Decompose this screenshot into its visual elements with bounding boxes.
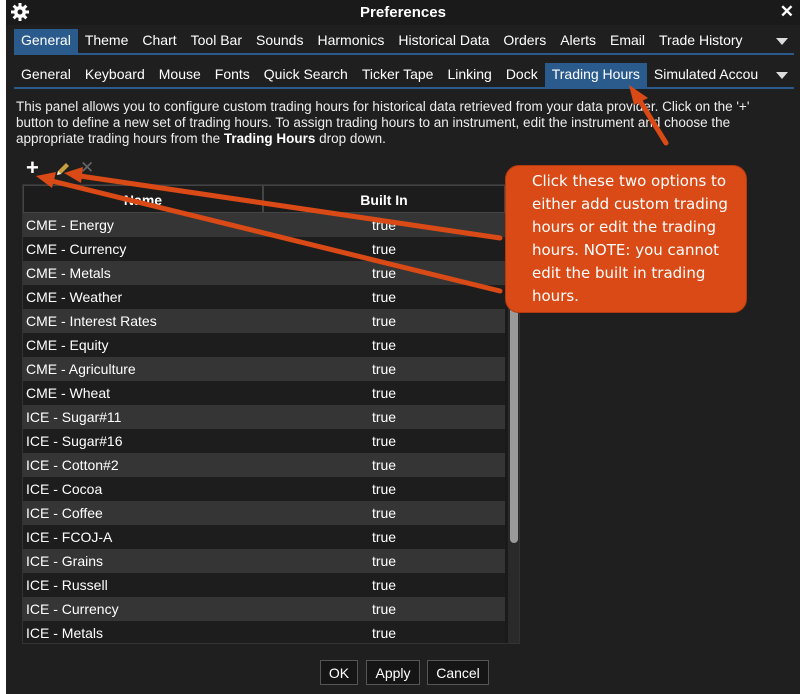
- table-row[interactable]: ICE - Russell true: [23, 573, 505, 597]
- row-name-cell: ICE - Grains: [26, 553, 104, 569]
- table-row[interactable]: ICE - Metals true: [23, 621, 505, 643]
- table-body: CME - Energy true CME - Currency true CME - …: [23, 213, 505, 643]
- trading-hours-table: Name Built In CME - Energy true CME - Curr…: [22, 184, 520, 644]
- main-tab-underline: [14, 53, 794, 55]
- sub-tab-dock[interactable]: Dock: [499, 63, 545, 87]
- row-name-cell: CME - Weather: [26, 289, 123, 305]
- edit-pencil-icon[interactable]: [54, 160, 72, 178]
- apply-button[interactable]: Apply: [366, 660, 420, 685]
- table-row[interactable]: ICE - Cotton#2 true: [23, 453, 505, 477]
- main-tab-bar: General Theme Chart Tool Bar Sounds Harmonics…: [14, 29, 750, 53]
- row-built-in-cell: true: [371, 625, 397, 641]
- sub-tab-trading-hours[interactable]: Trading Hours: [544, 63, 647, 87]
- preferences-window: Preferences ✕ General Theme Chart Tool Bar S…: [6, 0, 800, 694]
- row-built-in-cell: true: [371, 601, 397, 617]
- row-name-cell: CME - Agriculture: [26, 361, 136, 377]
- cancel-button[interactable]: Cancel: [427, 660, 489, 685]
- ok-button[interactable]: OK: [320, 660, 358, 685]
- table-row[interactable]: ICE - Cocoa true: [23, 477, 505, 501]
- row-built-in-cell: true: [371, 553, 397, 569]
- main-tab-trade-history[interactable]: Trade History: [652, 29, 750, 53]
- table-row[interactable]: ICE - Coffee true: [23, 501, 505, 525]
- row-built-in-cell: true: [371, 577, 397, 593]
- row-built-in-cell: true: [371, 265, 397, 281]
- sub-tab-ticker-tape[interactable]: Ticker Tape: [355, 63, 441, 87]
- row-name-cell: CME - Metals: [26, 265, 111, 281]
- sub-tab-simulated-accou[interactable]: Simulated Accou: [647, 63, 765, 87]
- row-built-in-cell: true: [371, 241, 397, 257]
- row-built-in-cell: true: [371, 361, 397, 377]
- row-built-in-cell: true: [371, 481, 397, 497]
- main-tabs-overflow-chevron-down-icon[interactable]: [776, 38, 788, 45]
- remove-trading-hours-button[interactable]: ✕: [80, 158, 94, 178]
- row-name-cell: ICE - Cocoa: [26, 481, 103, 497]
- table-row[interactable]: ICE - Currency true: [23, 597, 505, 621]
- table-row[interactable]: ICE - Grains true: [23, 549, 505, 573]
- sub-tab-quick-search[interactable]: Quick Search: [257, 63, 355, 87]
- table-row[interactable]: CME - Weather true: [23, 285, 505, 309]
- trading-hours-emphasis: Trading Hours: [223, 131, 316, 146]
- main-tab-historical-data[interactable]: Historical Data: [391, 29, 496, 53]
- main-tab-harmonics[interactable]: Harmonics: [310, 29, 391, 53]
- annotation-callout: Click these two options to either add cu…: [505, 165, 747, 313]
- sub-tab-underline: [14, 87, 794, 89]
- main-tab-theme[interactable]: Theme: [78, 29, 136, 53]
- row-name-cell: ICE - Sugar#16: [26, 433, 123, 449]
- column-header-built-in[interactable]: Built In: [263, 185, 505, 213]
- main-tab-email[interactable]: Email: [603, 29, 652, 53]
- row-name-cell: CME - Currency: [26, 241, 127, 257]
- row-name-cell: ICE - Metals: [26, 625, 104, 641]
- row-name-cell: CME - Equity: [26, 337, 109, 353]
- row-built-in-cell: true: [371, 505, 397, 521]
- main-tab-sounds[interactable]: Sounds: [249, 29, 310, 53]
- table-row[interactable]: CME - Energy true: [23, 213, 505, 237]
- column-header-name[interactable]: Name: [23, 185, 263, 213]
- table-row[interactable]: CME - Equity true: [23, 333, 505, 357]
- row-built-in-cell: true: [371, 529, 397, 545]
- row-name-cell: CME - Interest Rates: [26, 313, 157, 329]
- row-name-cell: CME - Energy: [26, 217, 114, 233]
- row-name-cell: CME - Wheat: [26, 385, 111, 401]
- table-row[interactable]: ICE - Sugar#11 true: [23, 405, 505, 429]
- main-tab-alerts[interactable]: Alerts: [553, 29, 603, 53]
- row-name-cell: ICE - Coffee: [26, 505, 103, 521]
- sub-tab-linking[interactable]: Linking: [440, 63, 498, 87]
- row-built-in-cell: true: [371, 385, 397, 401]
- main-tab-orders[interactable]: Orders: [496, 29, 553, 53]
- row-built-in-cell: true: [371, 313, 397, 329]
- row-built-in-cell: true: [371, 217, 397, 233]
- main-tab-general[interactable]: General: [14, 29, 78, 53]
- title-bar: Preferences ✕: [6, 0, 800, 25]
- table-row[interactable]: ICE - FCOJ-A true: [23, 525, 505, 549]
- row-name-cell: ICE - Currency: [26, 601, 119, 617]
- add-trading-hours-button[interactable]: +: [26, 157, 39, 179]
- row-built-in-cell: true: [371, 409, 397, 425]
- row-name-cell: ICE - Russell: [26, 577, 108, 593]
- table-row[interactable]: CME - Wheat true: [23, 381, 505, 405]
- row-name-cell: ICE - Cotton#2: [26, 457, 119, 473]
- panel-description: This panel allows you to configure custo…: [16, 99, 750, 146]
- row-built-in-cell: true: [371, 457, 397, 473]
- main-tab-tool-bar[interactable]: Tool Bar: [184, 29, 249, 53]
- sub-tab-mouse[interactable]: Mouse: [152, 63, 208, 87]
- row-name-cell: ICE - Sugar#11: [26, 409, 122, 425]
- main-tab-chart[interactable]: Chart: [135, 29, 183, 53]
- sub-tab-fonts[interactable]: Fonts: [208, 63, 257, 87]
- window-title: Preferences: [360, 4, 446, 21]
- table-row[interactable]: ICE - Sugar#16 true: [23, 429, 505, 453]
- row-built-in-cell: true: [371, 337, 397, 353]
- row-built-in-cell: true: [371, 289, 397, 305]
- row-name-cell: ICE - FCOJ-A: [26, 529, 113, 545]
- table-row[interactable]: CME - Agriculture true: [23, 357, 505, 381]
- sub-tabs-overflow-chevron-down-icon[interactable]: [776, 72, 788, 79]
- sub-tab-bar: General Keyboard Mouse Fonts Quick Search Tic…: [14, 63, 765, 87]
- row-built-in-cell: true: [371, 433, 397, 449]
- sub-tab-keyboard[interactable]: Keyboard: [78, 63, 152, 87]
- table-header: Name Built In: [23, 185, 505, 213]
- table-row[interactable]: CME - Metals true: [23, 261, 505, 285]
- table-row[interactable]: CME - Interest Rates true: [23, 309, 505, 333]
- table-row[interactable]: CME - Currency true: [23, 237, 505, 261]
- close-icon[interactable]: ✕: [780, 2, 794, 22]
- sub-tab-general[interactable]: General: [14, 63, 78, 87]
